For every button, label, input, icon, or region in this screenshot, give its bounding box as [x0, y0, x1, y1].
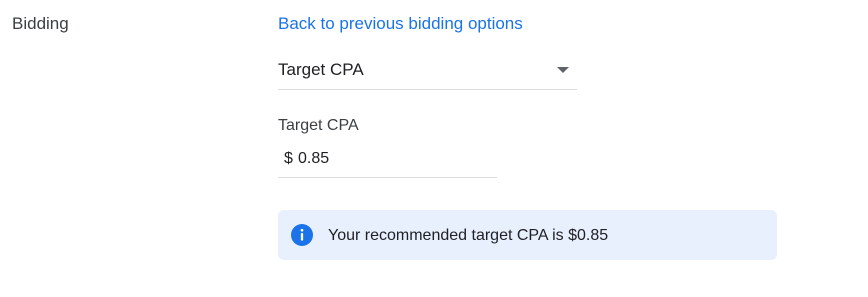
target-cpa-field: $ — [278, 142, 497, 178]
recommendation-text: Your recommended target CPA is $0.85 — [328, 227, 609, 244]
bid-strategy-selected-value: Target CPA — [278, 60, 364, 79]
bid-strategy-select[interactable]: Target CPA — [278, 52, 577, 90]
currency-prefix: $ — [284, 150, 293, 167]
target-cpa-input[interactable] — [298, 146, 488, 172]
bidding-settings-panel: Bidding Back to previous bidding options… — [0, 0, 868, 297]
target-cpa-label: Target CPA — [278, 117, 359, 134]
dropdown-arrow-icon — [557, 67, 569, 73]
info-icon — [291, 224, 313, 246]
back-to-bidding-options-link[interactable]: Back to previous bidding options — [278, 14, 523, 34]
recommendation-notice: Your recommended target CPA is $0.85 — [278, 210, 777, 260]
section-title: Bidding — [12, 14, 69, 33]
